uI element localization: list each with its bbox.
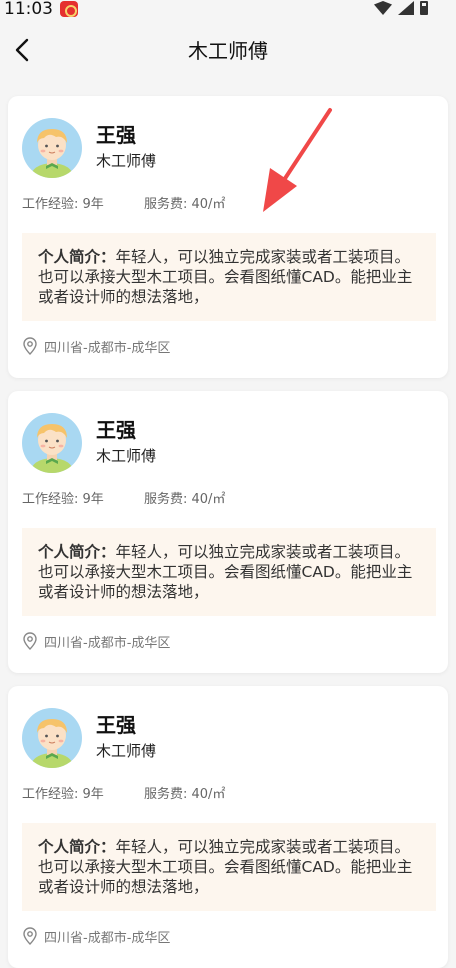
worker-experience: 工作经验: 9年 (22, 787, 104, 802)
worker-card[interactable]: 王强 木工师傅 工作经验: 9年 服务费: 40/㎡ 个人简介：年轻人，可以独立… (8, 96, 448, 378)
worker-card[interactable]: 王强 木工师傅 工作经验: 9年 服务费: 40/㎡ 个人简介：年轻人，可以独立… (8, 391, 448, 673)
map-pin-icon (23, 632, 37, 650)
status-bar: 11:03 (0, 0, 456, 22)
worker-bio: 个人简介：年轻人，可以独立完成家装或者工装项目。也可以承接大型木工项目。会看图纸… (22, 823, 436, 911)
page-title: 木工师傅 (188, 39, 268, 63)
wifi-icon (374, 1, 392, 15)
worker-experience: 工作经验: 9年 (22, 197, 104, 212)
worker-fee: 服务费: 40/㎡ (144, 787, 226, 802)
battery-icon (420, 1, 428, 15)
worker-fee: 服务费: 40/㎡ (144, 197, 226, 212)
worker-location: 四川省-成都市-成华区 (22, 336, 170, 356)
bio-label: 个人简介： (38, 838, 116, 856)
status-time: 11:03 (4, 0, 53, 19)
worker-name: 王强 (96, 123, 136, 147)
worker-bio: 个人简介：年轻人，可以独立完成家装或者工装项目。也可以承接大型木工项目。会看图纸… (22, 233, 436, 321)
worker-name: 王强 (96, 713, 136, 737)
worker-experience: 工作经验: 9年 (22, 492, 104, 507)
worker-bio: 个人简介：年轻人，可以独立完成家装或者工装项目。也可以承接大型木工项目。会看图纸… (22, 528, 436, 616)
location-text: 四川省-成都市-成华区 (44, 340, 171, 356)
system-icons (374, 1, 428, 15)
worker-role: 木工师傅 (96, 447, 157, 465)
worker-avatar-icon (22, 708, 82, 768)
worker-role: 木工师傅 (96, 152, 157, 170)
worker-location: 四川省-成都市-成华区 (22, 631, 170, 651)
worker-location: 四川省-成都市-成华区 (22, 926, 170, 946)
navigation-bar: 木工师傅 (0, 22, 456, 80)
map-pin-icon (23, 337, 37, 355)
bio-label: 个人简介： (38, 543, 116, 561)
map-pin-icon (23, 927, 37, 945)
worker-name: 王强 (96, 418, 136, 442)
signal-icon (398, 1, 414, 15)
worker-avatar-icon (22, 118, 82, 178)
location-text: 四川省-成都市-成华区 (44, 635, 171, 651)
app-notification-icon (60, 1, 78, 17)
worker-fee: 服务费: 40/㎡ (144, 492, 226, 507)
worker-role: 木工师傅 (96, 742, 157, 760)
location-text: 四川省-成都市-成华区 (44, 930, 171, 946)
bio-label: 个人简介： (38, 248, 116, 266)
worker-card[interactable]: 王强 木工师傅 工作经验: 9年 服务费: 40/㎡ 个人简介：年轻人，可以独立… (8, 686, 448, 968)
worker-avatar-icon (22, 413, 82, 473)
